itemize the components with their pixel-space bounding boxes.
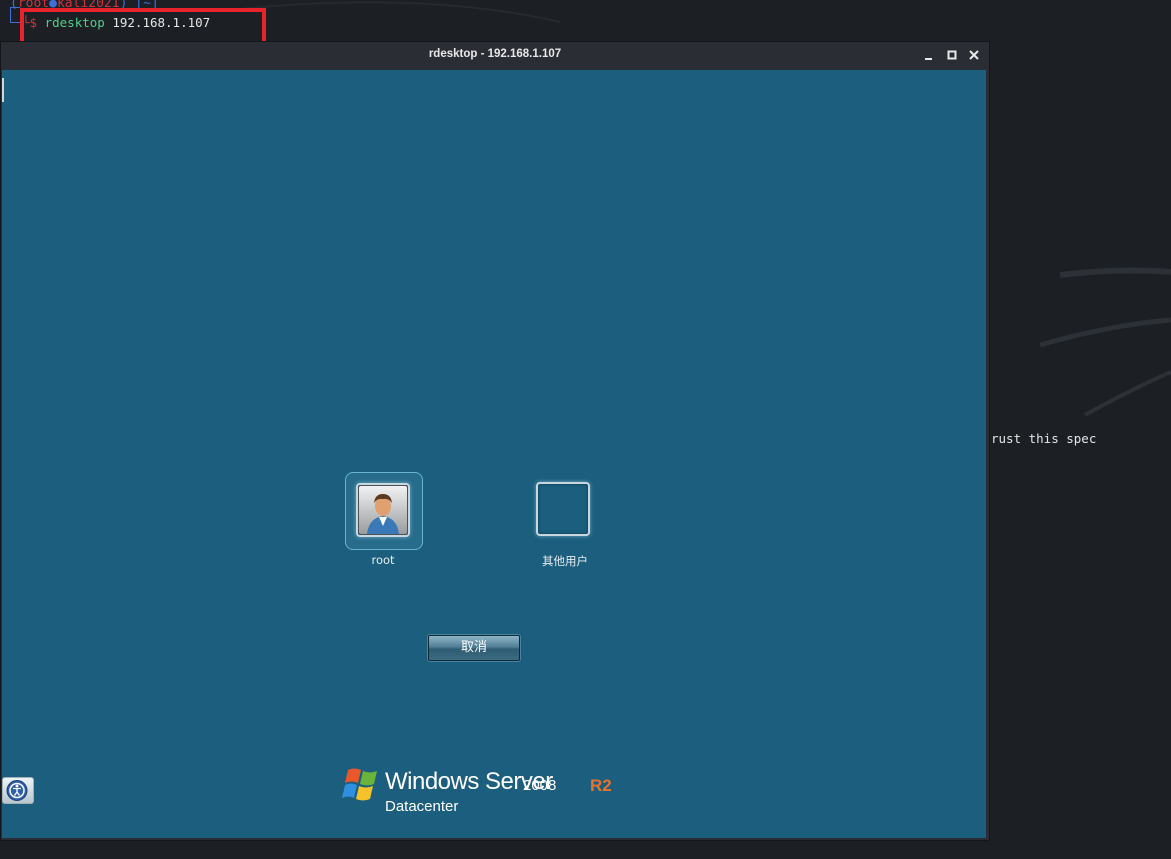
maximize-icon [947, 50, 957, 60]
user-avatar-icon [358, 485, 408, 535]
close-button[interactable] [966, 47, 982, 63]
brand-edition-code: R2 [590, 776, 612, 795]
window-titlebar[interactable]: rdesktop - 192.168.1.107 [1, 42, 989, 69]
windows-server-branding: Windows Server 2008 R2 Datacenter [342, 766, 622, 826]
terminal-trailing-text: rust this spec [991, 431, 1097, 446]
cancel-button[interactable]: 取消 [428, 635, 520, 661]
windows-flag-icon [342, 768, 377, 801]
user-tile-root[interactable]: root [345, 472, 425, 582]
brand-version: 2008 [523, 777, 557, 794]
rdesktop-window: rdesktop - 192.168.1.107 root 其他用户 取消 Wi… [0, 41, 990, 841]
remote-desktop-screen[interactable]: root 其他用户 取消 Windows Server 2008 R2 Data… [2, 70, 986, 838]
user-tile-other[interactable]: 其他用户 [536, 482, 596, 582]
minimize-button[interactable] [921, 47, 937, 63]
minimize-icon [925, 58, 932, 60]
user-tile-label: 其他用户 [542, 554, 588, 568]
blank-user-tile [536, 482, 590, 536]
close-icon [969, 50, 979, 60]
ease-of-access-icon [6, 780, 28, 801]
window-title: rdesktop - 192.168.1.107 [428, 48, 562, 60]
ease-of-access-button[interactable] [2, 777, 34, 804]
terminal-prompt-bracket [10, 7, 20, 23]
brand-edition: Datacenter [385, 798, 459, 815]
user-tile-label: root [371, 553, 395, 567]
screen-edge-marker [2, 78, 4, 102]
maximize-button[interactable] [944, 47, 960, 63]
